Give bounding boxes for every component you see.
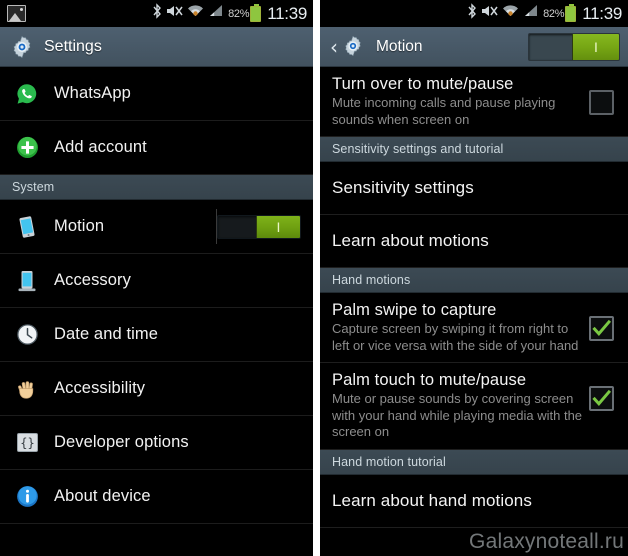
status-bar-system-icons: 82% 11:39	[152, 3, 307, 24]
setting-palm-touch-to-mute[interactable]: Palm touch to mute/pause Mute or pause s…	[320, 363, 628, 450]
section-header-system: System	[0, 175, 313, 200]
battery-percent-label: 82%	[228, 7, 250, 20]
toggle-track	[529, 34, 572, 60]
battery-indicator: 82%	[228, 3, 262, 22]
sidebar-item-motion[interactable]: Motion I	[0, 200, 313, 254]
section-header-label: Hand motion tutorial	[332, 454, 446, 469]
sidebar-item-add-account[interactable]: Add account	[0, 121, 313, 175]
sidebar-item-about-device[interactable]: About device	[0, 470, 313, 524]
section-header-label: Sensitivity settings and tutorial	[332, 142, 504, 156]
sidebar-item-label: Accessory	[54, 271, 132, 289]
wifi-icon	[502, 3, 519, 24]
svg-text:{}: {}	[20, 436, 34, 450]
setting-text: Palm touch to mute/pause Mute or pause s…	[332, 370, 589, 441]
checkbox-palm-swipe-to-capture[interactable]	[589, 316, 614, 341]
phone-dock-icon	[14, 268, 40, 294]
checkmark-icon	[592, 319, 612, 337]
site-watermark: Galaxynoteall.ru	[469, 530, 624, 553]
setting-text: Turn over to mute/pause Mute incoming ca…	[332, 74, 589, 128]
setting-title: Learn about motions	[332, 231, 489, 250]
status-bar-right: 82% 11:39	[320, 0, 628, 27]
setting-learn-about-hand-motions[interactable]: Learn about hand motions	[320, 474, 628, 528]
photo-icon	[7, 5, 26, 22]
toggle-track	[218, 216, 256, 238]
sidebar-item-label: Accessibility	[54, 379, 146, 397]
battery-icon	[565, 3, 577, 22]
sidebar-item-label: Motion	[54, 217, 105, 235]
sidebar-item-label: Developer options	[54, 433, 189, 451]
setting-learn-about-motions[interactable]: Learn about motions	[320, 215, 628, 268]
bluetooth-icon	[152, 3, 162, 24]
sidebar-item-label: Add account	[54, 138, 147, 156]
bluetooth-icon	[467, 3, 477, 24]
motion-settings-list: Turn over to mute/pause Mute incoming ca…	[320, 67, 628, 528]
page-title: Settings	[44, 37, 102, 55]
clock-label: 11:39	[267, 4, 307, 23]
sidebar-item-label: Date and time	[54, 325, 159, 343]
status-bar-left: 82% 11:39	[0, 0, 313, 27]
cellular-signal-icon	[523, 3, 539, 24]
settings-screen: 82% 11:39 Settings WhatsApp Add account …	[0, 0, 313, 556]
status-bar-system-icons-right: 82% 11:39	[467, 3, 622, 24]
add-plus-icon	[14, 135, 40, 161]
sidebar-item-label: About device	[54, 487, 151, 505]
setting-title: Sensitivity settings	[332, 178, 474, 197]
speaker-mute-icon	[166, 3, 183, 24]
toggle-thumb: I	[572, 33, 619, 60]
motion-master-toggle[interactable]: I	[528, 32, 620, 61]
checkmark-icon	[592, 389, 612, 407]
section-header-hand-motions: Hand motions	[320, 268, 628, 293]
section-header-hand-motion-tutorial: Hand motion tutorial	[320, 449, 628, 475]
setting-sensitivity-settings[interactable]: Sensitivity settings	[320, 162, 628, 215]
setting-palm-swipe-to-capture[interactable]: Palm swipe to capture Capture screen by …	[320, 293, 628, 363]
clock-icon	[14, 322, 40, 348]
setting-title: Palm touch to mute/pause	[332, 371, 527, 389]
sidebar-item-accessibility[interactable]: Accessibility	[0, 362, 313, 416]
sidebar-item-date-and-time[interactable]: Date and time	[0, 308, 313, 362]
speaker-mute-icon	[481, 3, 498, 24]
screenshot-root: 82% 11:39 Settings WhatsApp Add account …	[0, 0, 628, 556]
checkbox-palm-touch-to-mute[interactable]	[589, 386, 614, 411]
setting-turn-over-to-mute[interactable]: Turn over to mute/pause Mute incoming ca…	[320, 67, 628, 137]
sidebar-item-whatsapp[interactable]: WhatsApp	[0, 67, 313, 121]
page-title: Motion	[376, 37, 423, 55]
gear-icon	[342, 35, 366, 59]
row-divider	[216, 209, 217, 244]
setting-title: Palm swipe to capture	[332, 301, 497, 319]
sidebar-item-accessory[interactable]: Accessory	[0, 254, 313, 308]
sidebar-item-label: WhatsApp	[54, 84, 131, 102]
section-header-label: System	[12, 180, 55, 194]
info-icon	[14, 484, 40, 510]
sidebar-item-developer-options[interactable]: {} Developer options	[0, 416, 313, 470]
motion-action-bar: ‹ Motion I	[320, 27, 628, 67]
section-header-label: Hand motions	[332, 273, 411, 287]
battery-icon	[250, 3, 262, 22]
status-bar-notifications	[7, 5, 26, 22]
setting-text: Palm swipe to capture Capture screen by …	[332, 300, 589, 354]
wifi-icon	[187, 3, 204, 24]
settings-list: WhatsApp Add account System Motion I Acc…	[0, 67, 313, 524]
back-chevron-icon[interactable]: ‹	[330, 37, 338, 57]
cellular-signal-icon	[208, 3, 224, 24]
toggle-thumb: I	[256, 215, 300, 238]
settings-action-bar: Settings	[0, 27, 313, 67]
motion-toggle[interactable]: I	[217, 214, 301, 239]
setting-title: Learn about hand motions	[332, 490, 532, 510]
panel-separator	[313, 0, 320, 556]
battery-indicator: 82%	[543, 3, 577, 22]
setting-subtitle: Mute or pause sounds by covering screen …	[332, 391, 583, 439]
clock-label: 11:39	[582, 4, 622, 23]
checkbox-turn-over-to-mute[interactable]	[589, 90, 614, 115]
braces-icon: {}	[14, 430, 40, 456]
setting-subtitle: Capture screen by swiping it from right …	[332, 321, 579, 353]
hand-icon	[14, 376, 40, 402]
phone-tilt-icon	[14, 214, 40, 240]
gear-icon	[10, 35, 34, 59]
battery-percent-label: 82%	[543, 7, 565, 20]
whatsapp-icon	[14, 81, 40, 107]
section-header-sensitivity: Sensitivity settings and tutorial	[320, 137, 628, 162]
setting-title: Turn over to mute/pause	[332, 75, 514, 93]
setting-subtitle: Mute incoming calls and pause playing so…	[332, 95, 556, 127]
motion-screen: 82% 11:39 ‹ Motion I Turn over to mute/p…	[320, 0, 628, 556]
